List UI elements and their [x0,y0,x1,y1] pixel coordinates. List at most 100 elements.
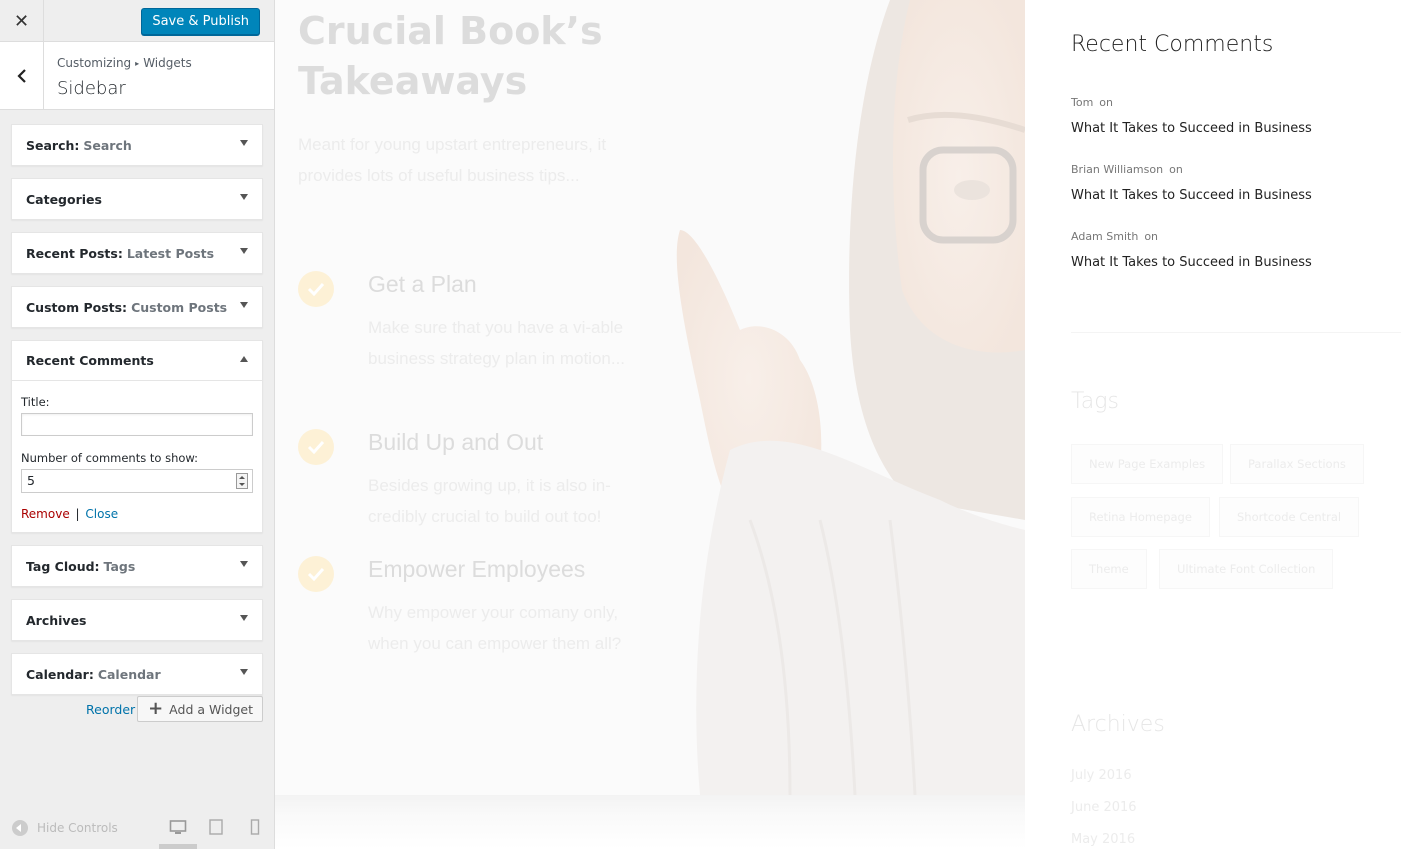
check-icon [298,556,334,592]
widget-subtitle: Tags [103,558,136,574]
widget-recent-comments[interactable]: Recent Comments Title: Number of comment… [11,340,263,533]
feature-title: Get a Plan [368,271,477,297]
site-preview: Crucial Book’s Takeaways Meant for young… [275,0,1419,849]
tag-link[interactable]: Retina Homepage [1071,497,1210,537]
customizer-header: ✕ Save & Publish [0,0,274,42]
comment-author[interactable]: Adam Smith [1071,230,1138,243]
widget-header[interactable]: Search: Search [12,125,262,165]
widget-header[interactable]: Tag Cloud: Tags [12,546,262,586]
widget-form: Title: Number of comments to show: 5 Rem… [12,381,262,532]
widget-header[interactable]: Categories [12,179,262,219]
active-device-indicator [159,844,197,849]
expand-arrow-icon[interactable] [240,194,248,200]
breadcrumb: Customizing ▸ Widgets [57,56,192,70]
comment-author[interactable]: Tom [1071,96,1093,109]
tablet-preview-icon[interactable] [207,818,225,836]
remove-link[interactable]: Remove [21,507,70,521]
number-of-comments-input[interactable]: 5 [21,469,253,493]
widget-header[interactable]: Archives [12,600,262,640]
title-field-label: Title: [21,395,50,409]
expand-arrow-icon[interactable] [240,669,248,675]
tag-link[interactable]: Ultimate Font Collection [1159,549,1334,589]
action-separator: | [75,507,80,521]
expand-arrow-icon[interactable] [240,561,248,567]
customizer-panel: ✕ Save & Publish Customizing ▸ Widgets Sid… [0,0,275,849]
widget-header[interactable]: Recent Comments [12,341,262,381]
collapse-sidebar-icon [12,820,28,836]
widget-header[interactable]: Recent Posts: Latest Posts [12,233,262,273]
comment-post-link[interactable]: What It Takes to Succeed in Business [1071,188,1312,203]
comment-item: Adam Smith on What It Takes to Succeed in… [1071,225,1312,270]
expand-arrow-icon[interactable] [240,140,248,146]
comment-on-label: on [1144,230,1159,243]
widget-title: Archives [26,612,87,628]
save-publish-button[interactable]: Save & Publish [141,8,260,35]
widget-categories[interactable]: Categories [11,178,263,220]
hero-title: Crucial Book’s Takeaways [298,9,603,103]
plus-icon: + [148,698,164,719]
widget-calendar[interactable]: Calendar: Calendar [11,653,263,695]
tag-link[interactable]: Parallax Sections [1230,444,1364,484]
archive-link[interactable]: June 2016 [1071,800,1137,815]
close-link[interactable]: Close [85,507,118,521]
comment-on-label: on [1099,96,1113,109]
number-spinner[interactable] [236,473,248,489]
comment-post-link[interactable]: What It Takes to Succeed in Business [1071,121,1312,136]
widget-custom-posts[interactable]: Custom Posts: Custom Posts [11,286,263,328]
widget-subtitle: Latest Posts [126,245,215,261]
widget-subtitle: Calendar [97,666,161,682]
expand-arrow-icon[interactable] [240,615,248,621]
widget-title: Custom Posts: [26,299,128,315]
widget-footer-actions: Reorder + Add a Widget [11,696,263,722]
mobile-preview-icon[interactable] [246,818,264,836]
feature-text: Make sure that you have a vi-able busine… [368,318,626,368]
archives-heading: Archives [1071,712,1165,737]
feature-title: Empower Employees [368,556,586,582]
sidebar-divider [1071,332,1401,333]
widget-title: Recent Comments [26,353,154,368]
feature-text: Why empower your comany only, when you c… [368,603,622,653]
tag-link[interactable]: New Page Examples [1071,444,1224,484]
title-input[interactable] [21,413,253,436]
expand-arrow-icon[interactable] [240,302,248,308]
widget-title: Calendar: [26,666,94,682]
customizer-footer: Hide Controls [0,804,275,849]
comment-post-link[interactable]: What It Takes to Succeed in Business [1071,255,1312,270]
widget-recent-posts[interactable]: Recent Posts: Latest Posts [11,232,263,274]
hide-controls-button[interactable]: Hide Controls [12,820,118,836]
collapse-arrow-icon[interactable] [240,356,248,362]
widget-header[interactable]: Custom Posts: Custom Posts [12,287,262,327]
expand-arrow-icon[interactable] [240,248,248,254]
check-icon [298,429,334,465]
widget-actions: Remove | Close [21,507,253,521]
recent-comments-heading: Recent Comments [1071,32,1274,57]
tag-link[interactable]: Theme [1071,549,1147,589]
hide-controls-label: Hide Controls [37,821,118,835]
site-sidebar: Recent Comments Tom on What It Takes to S… [1025,0,1419,849]
widget-header[interactable]: Calendar: Calendar [12,654,262,694]
comment-on-label: on [1169,163,1183,176]
close-icon: ✕ [13,10,30,31]
tag-link[interactable]: Shortcode Central [1219,497,1360,537]
back-button[interactable] [0,42,44,109]
breadcrumb-widgets: Widgets [143,56,192,70]
section-header: Customizing ▸ Widgets Sidebar [0,42,274,110]
widget-archives[interactable]: Archives [11,599,263,641]
hero-text: Meant for young upstart entrepreneurs, i… [298,135,607,185]
archive-link[interactable]: July 2016 [1071,768,1132,783]
desktop-preview-icon[interactable] [169,818,187,836]
breadcrumb-customizing: Customizing [57,56,132,70]
comment-author[interactable]: Brian Williamson [1071,163,1163,176]
close-customizer-button[interactable]: ✕ [0,0,44,42]
widget-title: Tag Cloud: [26,558,100,574]
archive-link[interactable]: May 2016 [1071,832,1135,847]
comment-item: Tom on What It Takes to Succeed in Busine… [1071,91,1312,136]
widget-tag-cloud[interactable]: Tag Cloud: Tags [11,545,263,587]
number-field-label: Number of comments to show: [21,451,199,465]
widget-subtitle: Custom Posts [131,299,228,315]
feature-text: Besides growing up, it is also in-credib… [368,476,611,526]
add-widget-button[interactable]: + Add a Widget [137,696,263,722]
reorder-link[interactable]: Reorder [86,702,135,717]
widget-search[interactable]: Search: Search [11,124,263,166]
tags-heading: Tags [1071,389,1119,414]
